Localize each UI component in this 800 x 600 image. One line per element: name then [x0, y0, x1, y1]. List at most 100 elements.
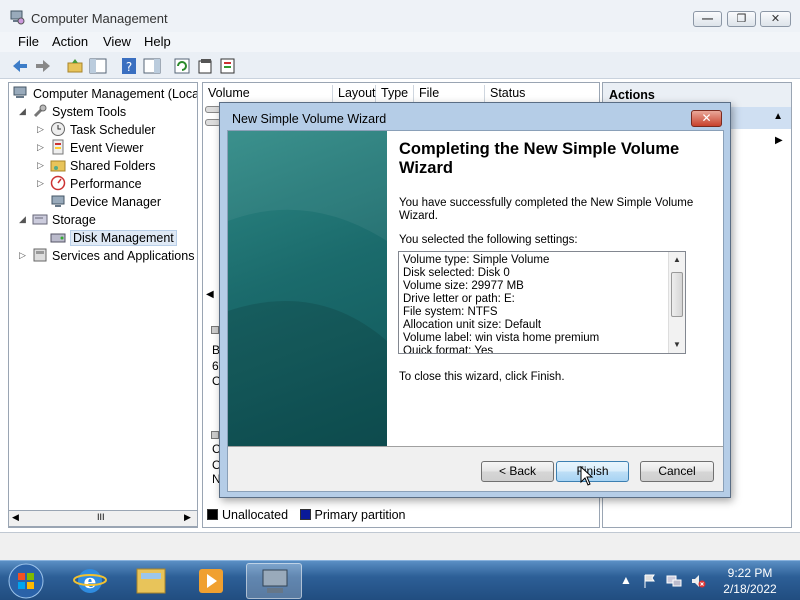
network-icon[interactable]: [666, 573, 682, 589]
shared-folder-icon: [50, 160, 66, 172]
wizard-success-text: You have successfully completed the New …: [399, 197, 694, 222]
disk-management-icon: [50, 233, 66, 243]
minimize-icon: —: [702, 13, 713, 25]
setting-line: Volume size: 29977 MB: [403, 280, 524, 292]
scroll-thumb[interactable]: III: [97, 512, 105, 522]
show-hidden-icons-icon[interactable]: ▲: [620, 573, 636, 589]
start-button-icon[interactable]: [5, 562, 47, 600]
scroll-thumb[interactable]: [671, 272, 683, 317]
scroll-down-icon[interactable]: ▼: [669, 337, 685, 353]
refresh-icon[interactable]: [173, 57, 191, 75]
scroll-left-icon[interactable]: ◀: [12, 512, 19, 523]
collapse-up-icon[interactable]: ▲: [773, 111, 783, 122]
computer-management-icon: [262, 569, 288, 593]
tree-item-event-viewer[interactable]: ▷ Event Viewer: [37, 139, 143, 157]
tree-item-disk-management[interactable]: Disk Management: [37, 229, 177, 247]
cancel-button[interactable]: Cancel: [640, 461, 714, 482]
wizard-watermark-panel: [228, 131, 387, 446]
performance-icon: [50, 175, 66, 191]
legend-unallocated: Unallocated: [222, 508, 289, 522]
taskbar: e ▲ 9:22 PM 2/18/2022: [0, 560, 800, 600]
tree-item-task-scheduler[interactable]: ▷ Task Scheduler: [37, 121, 155, 139]
close-icon: ✕: [701, 111, 712, 125]
window-title: Computer Management: [31, 11, 168, 26]
back-arrow-icon[interactable]: [11, 57, 29, 75]
new-simple-volume-wizard-dialog: New Simple Volume Wizard ✕ Completing th…: [219, 102, 731, 498]
expand-arrow-icon[interactable]: ▷: [19, 250, 26, 261]
properties-pane-icon[interactable]: [143, 57, 161, 75]
windows-explorer-icon[interactable]: [123, 563, 179, 599]
settings-summary-list[interactable]: Volume type: Simple Volume Disk selected…: [398, 251, 686, 354]
menu-bar: File Action View Help: [0, 32, 800, 52]
more-actions-arrow-icon[interactable]: ▶: [775, 135, 783, 146]
tree-item-device-manager[interactable]: Device Manager: [37, 193, 161, 211]
scroll-up-icon[interactable]: ▲: [669, 252, 685, 268]
setting-line: Drive letter or path: E:: [403, 293, 515, 305]
services-icon: [33, 248, 47, 262]
restore-icon: ❐: [736, 13, 747, 25]
close-button[interactable]: ✕: [760, 11, 791, 27]
legend-primary-partition: Primary partition: [314, 508, 406, 522]
device-manager-icon: [51, 195, 65, 207]
tree-horizontal-scrollbar[interactable]: ◀ III ▶: [8, 510, 198, 527]
system-clock[interactable]: 9:22 PM 2/18/2022: [708, 565, 792, 597]
disk-icon: [211, 326, 219, 334]
back-button[interactable]: < Back: [481, 461, 554, 482]
disk-legend: Unallocated Primary partition: [207, 508, 406, 526]
setting-line: Volume label: win vista home premium: [403, 332, 600, 344]
expand-arrow-icon[interactable]: ▷: [37, 142, 44, 153]
help-icon[interactable]: ?: [120, 57, 138, 75]
setting-line: Allocation unit size: Default: [403, 319, 542, 331]
export-icon[interactable]: [219, 57, 237, 75]
properties-icon[interactable]: [196, 57, 214, 75]
computer-management-icon: [10, 10, 25, 25]
expand-arrow-icon[interactable]: ▷: [37, 178, 44, 189]
menu-action[interactable]: Action: [52, 34, 88, 49]
mouse-cursor-icon: [580, 466, 594, 486]
computer-management-icon: [13, 86, 27, 98]
event-log-icon: [52, 139, 64, 155]
scroll-right-icon[interactable]: ▶: [184, 512, 191, 523]
menu-help[interactable]: Help: [144, 34, 171, 49]
maximize-button[interactable]: ❐: [727, 11, 756, 27]
expand-arrow-icon[interactable]: ▷: [37, 124, 44, 135]
wizard-settings-intro: You selected the following settings:: [399, 234, 578, 246]
expand-arrow-icon[interactable]: ▷: [37, 160, 44, 171]
tree-item-services-and-applications[interactable]: ▷ Services and Applications: [19, 247, 194, 265]
minimize-button[interactable]: —: [693, 11, 722, 27]
dialog-client-area: Completing the New Simple Volume Wizard …: [227, 130, 724, 492]
tree-item-computer-management[interactable]: Computer Management (Local: [13, 85, 197, 103]
tree-item-system-tools[interactable]: ◢ System Tools: [19, 103, 126, 121]
svg-text:?: ?: [126, 60, 132, 74]
media-player-icon[interactable]: [183, 563, 239, 599]
volume-muted-icon[interactable]: [690, 573, 706, 589]
show-hide-tree-icon[interactable]: [89, 57, 107, 75]
setting-line: Disk selected: Disk 0: [403, 267, 510, 279]
tree-item-shared-folders[interactable]: ▷ Shared Folders: [37, 157, 155, 175]
settings-vertical-scrollbar[interactable]: ▲ ▼: [668, 252, 685, 353]
close-icon: ✕: [770, 13, 781, 25]
up-folder-icon[interactable]: [66, 57, 84, 75]
clock-icon: [51, 122, 65, 136]
setting-line: Volume type: Simple Volume: [403, 254, 550, 266]
status-bar: [0, 532, 800, 560]
toolbar: ?: [0, 52, 800, 79]
dialog-title: New Simple Volume Wizard: [232, 112, 387, 126]
unallocated-swatch: [207, 509, 218, 520]
tree-item-storage[interactable]: ◢ Storage: [19, 211, 96, 229]
computer-management-taskbar-button[interactable]: [246, 563, 302, 599]
cdrom-icon: [211, 431, 219, 439]
action-center-flag-icon[interactable]: [642, 573, 658, 589]
menu-view[interactable]: View: [103, 34, 131, 49]
console-tree: Computer Management (Local ◢ System Tool…: [8, 82, 198, 528]
scroll-left-icon[interactable]: ◀: [206, 289, 214, 300]
forward-arrow-icon[interactable]: [34, 57, 52, 75]
tree-item-performance[interactable]: ▷ Performance: [37, 175, 142, 193]
dialog-close-button[interactable]: ✕: [691, 110, 722, 127]
internet-explorer-icon[interactable]: e: [62, 563, 118, 599]
setting-line: Quick format: Yes: [403, 345, 494, 354]
menu-file[interactable]: File: [18, 34, 39, 49]
collapse-arrow-icon[interactable]: ◢: [19, 106, 26, 117]
collapse-arrow-icon[interactable]: ◢: [19, 214, 26, 225]
wizard-watermark-graphic: [228, 131, 387, 446]
